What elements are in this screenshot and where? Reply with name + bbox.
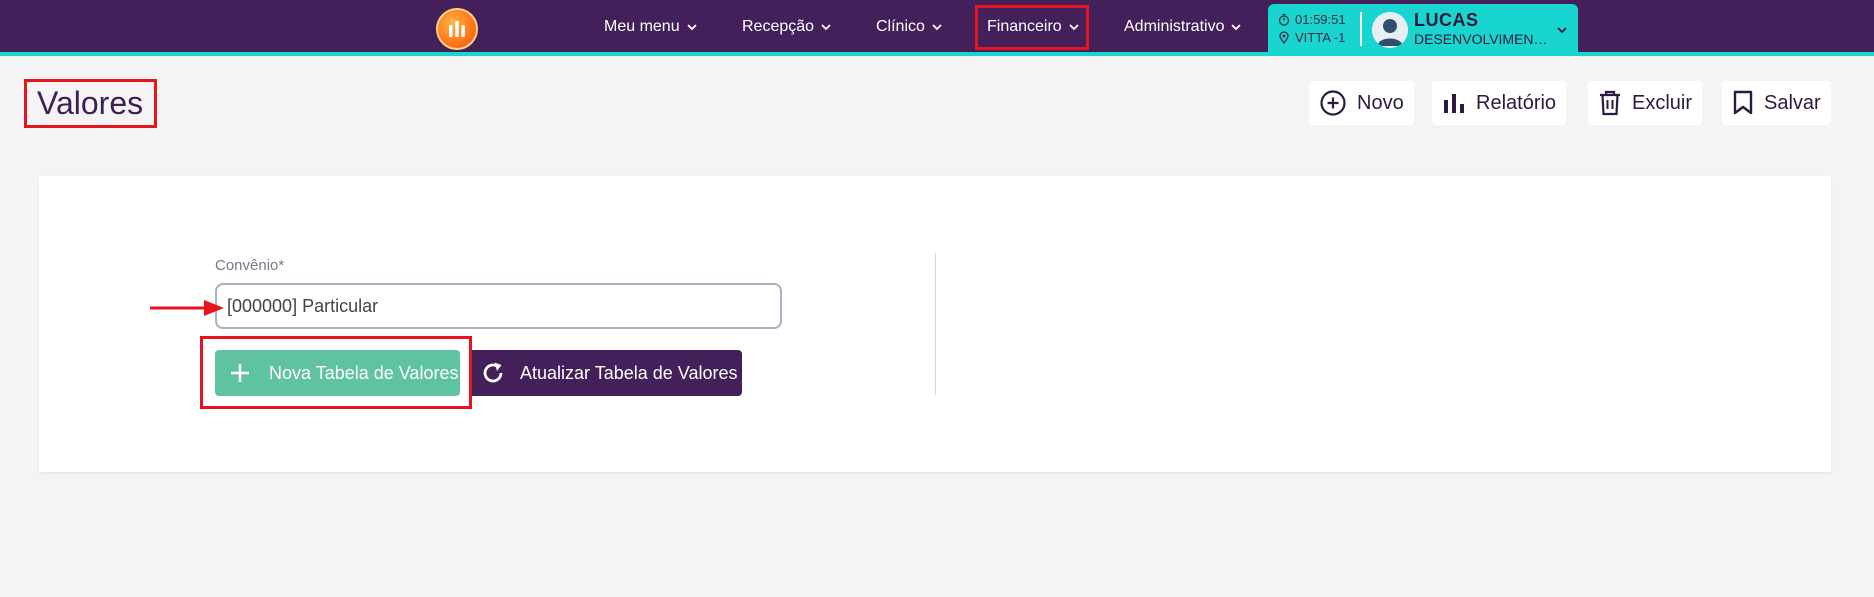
salvar-button-label: Salvar bbox=[1764, 91, 1821, 114]
nav-administrativo[interactable]: Administrativo bbox=[1124, 15, 1242, 39]
user-menu-divider bbox=[1360, 12, 1362, 46]
nav-meu-menu-label: Meu menu bbox=[604, 18, 680, 35]
nav-recepcao[interactable]: Recepção bbox=[742, 15, 832, 39]
nav-recepcao-label: Recepção bbox=[742, 18, 815, 35]
chevron-down-icon bbox=[686, 24, 697, 31]
user-name: LUCAS bbox=[1414, 10, 1479, 30]
nav-meu-menu[interactable]: Meu menu bbox=[604, 15, 698, 39]
excluir-button[interactable]: Excluir bbox=[1588, 81, 1703, 125]
convenio-input[interactable] bbox=[215, 283, 782, 329]
nav-clinico[interactable]: Clínico bbox=[876, 15, 943, 39]
relatorio-button-label: Relatório bbox=[1476, 91, 1557, 114]
chevron-down-icon bbox=[1557, 27, 1567, 34]
atualizar-tabela-button[interactable]: Atualizar Tabela de Valores bbox=[472, 350, 742, 396]
financeiro-highlight-box bbox=[975, 5, 1089, 50]
relatorio-button[interactable]: Relatório bbox=[1432, 81, 1567, 125]
convenio-label: Convênio* bbox=[215, 257, 285, 274]
stopwatch-icon bbox=[1278, 13, 1290, 26]
session-time-text: 01:59:51 bbox=[1295, 12, 1346, 27]
nova-tabela-highlight-box bbox=[200, 336, 472, 409]
excluir-button-label: Excluir bbox=[1632, 91, 1693, 114]
avatar bbox=[1372, 12, 1408, 48]
atualizar-tabela-button-label: Atualizar Tabela de Valores bbox=[520, 362, 738, 383]
salvar-button[interactable]: Salvar bbox=[1722, 81, 1831, 125]
location-pin-icon bbox=[1279, 31, 1289, 44]
novo-button-label: Novo bbox=[1357, 91, 1404, 114]
chevron-down-icon bbox=[1231, 24, 1242, 31]
page-title: Valores bbox=[24, 79, 157, 128]
bookmark-icon bbox=[1733, 90, 1753, 115]
chevron-down-icon bbox=[821, 24, 831, 31]
trash-icon bbox=[1600, 90, 1620, 116]
user-menu[interactable]: 01:59:51 VITTA -1 LUCAS DESENVOLVIMENTO bbox=[1268, 4, 1578, 56]
nav-administrativo-label: Administrativo bbox=[1124, 18, 1225, 35]
user-role: DESENVOLVIMENTO bbox=[1414, 31, 1550, 47]
refresh-icon bbox=[483, 362, 503, 383]
chevron-down-icon bbox=[932, 24, 942, 31]
plus-circle-icon bbox=[1320, 90, 1346, 116]
app-logo-icon[interactable] bbox=[436, 8, 478, 50]
red-arrow-annotation-icon bbox=[150, 300, 224, 316]
novo-button[interactable]: Novo bbox=[1309, 81, 1414, 125]
column-divider bbox=[935, 253, 936, 395]
session-timer: 01:59:51 bbox=[1278, 12, 1346, 27]
top-navbar: Meu menu Recepção Clínico Financeiro Adm… bbox=[0, 0, 1874, 56]
bar-chart-icon bbox=[1444, 94, 1464, 113]
nav-clinico-label: Clínico bbox=[876, 18, 925, 35]
user-location-text: VITTA -1 bbox=[1295, 30, 1346, 45]
user-location: VITTA -1 bbox=[1278, 30, 1345, 45]
